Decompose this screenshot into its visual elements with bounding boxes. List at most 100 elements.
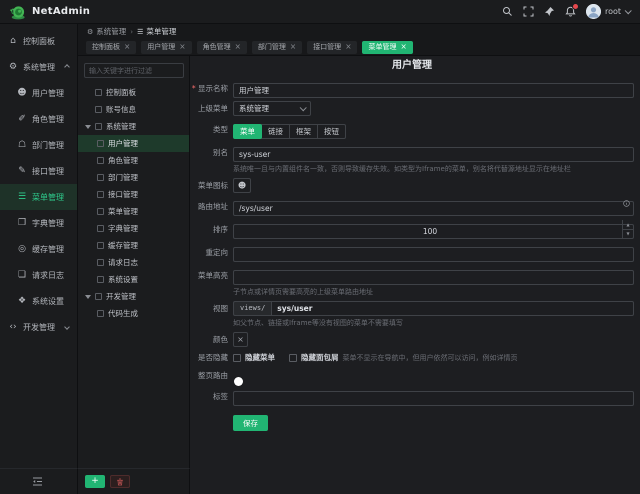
type-option-link[interactable]: 链接 <box>261 124 290 139</box>
menu-highlight-input[interactable] <box>233 270 634 285</box>
sidebar-item-user-mgmt[interactable]: ☻ 用户管理 <box>0 80 77 106</box>
type-option-menu[interactable]: 菜单 <box>233 124 262 139</box>
tree-item-label: 菜单管理 <box>108 206 138 217</box>
bell-icon[interactable] <box>565 6 576 17</box>
sidebar-item-cache-mgmt[interactable]: ◎ 缓存管理 <box>0 236 77 262</box>
menu-icon: ☰ <box>137 28 143 36</box>
tree-checkbox[interactable] <box>95 293 102 300</box>
tree-item-dashboard[interactable]: 控制面板 <box>78 84 189 101</box>
tree-checkbox[interactable] <box>97 157 104 164</box>
tree-checkbox[interactable] <box>95 123 102 130</box>
tree-checkbox[interactable] <box>97 310 104 317</box>
sidebar-item-api-mgmt[interactable]: ✎ 接口管理 <box>0 158 77 184</box>
tree-checkbox[interactable] <box>97 174 104 181</box>
hidden-help-text: 菜单不显示在导航中，但用户依然可以访问，例如详情页 <box>343 353 518 363</box>
sidebar-item-label: 开发管理 <box>23 322 55 333</box>
close-icon[interactable]: × <box>290 43 296 51</box>
tab-api-mgmt[interactable]: 接口管理 × <box>307 41 357 54</box>
hide-breadcrumb-checkbox[interactable] <box>289 354 297 362</box>
route-path-input[interactable] <box>233 201 634 216</box>
collapse-sidebar-icon[interactable] <box>32 476 43 487</box>
tab-menu-mgmt[interactable]: 菜单管理 × <box>362 41 412 54</box>
tab-dept-mgmt[interactable]: 部门管理 × <box>252 41 302 54</box>
pin-icon[interactable] <box>544 6 555 17</box>
tree-item-request-log[interactable]: 请求日志 <box>78 254 189 271</box>
tree-checkbox[interactable] <box>97 242 104 249</box>
close-icon[interactable]: × <box>345 43 351 51</box>
sidebar-item-dict-mgmt[interactable]: ❒ 字典管理 <box>0 210 77 236</box>
close-icon[interactable]: × <box>400 43 406 51</box>
tree-item-system-mgmt[interactable]: 系统管理 <box>78 118 189 135</box>
tag-input[interactable] <box>233 391 634 406</box>
redirect-input[interactable] <box>233 247 634 262</box>
tab-dashboard[interactable]: 控制面板 × <box>86 41 136 54</box>
tree-filter-input[interactable] <box>84 63 184 78</box>
tree-item-menu-mgmt[interactable]: 菜单管理 <box>78 203 189 220</box>
add-menu-button[interactable]: + <box>85 475 105 488</box>
close-icon[interactable]: × <box>124 43 130 51</box>
top-header: NetAdmin root <box>0 0 640 24</box>
sidebar-item-dashboard[interactable]: ⌂ 控制面板 <box>0 28 77 54</box>
tree-checkbox[interactable] <box>95 106 102 113</box>
sidebar-item-role-mgmt[interactable]: ✐ 角色管理 <box>0 106 77 132</box>
tree-item-api-mgmt[interactable]: 接口管理 <box>78 186 189 203</box>
tree-item-dict-mgmt[interactable]: 字典管理 <box>78 220 189 237</box>
step-down-icon[interactable]: ▼ <box>623 230 633 239</box>
tree-item-dept-mgmt[interactable]: 部门管理 <box>78 169 189 186</box>
sidebar-item-system-mgmt[interactable]: ⚙ 系统管理 <box>0 54 77 80</box>
field-label: 菜单高亮 <box>190 268 228 283</box>
user-menu[interactable]: root <box>586 4 630 19</box>
tab-role-mgmt[interactable]: 角色管理 × <box>197 41 247 54</box>
breadcrumb-item-system[interactable]: ⚙ 系统管理 <box>87 26 126 37</box>
tab-user-mgmt[interactable]: 用户管理 × <box>141 41 191 54</box>
fullscreen-icon[interactable] <box>523 6 534 17</box>
tree-checkbox[interactable] <box>97 140 104 147</box>
sidebar-item-dev-mgmt[interactable]: ‹› 开发管理 <box>0 314 77 340</box>
hide-menu-checkbox[interactable] <box>233 354 241 362</box>
parent-menu-select[interactable]: 系统管理 <box>233 101 311 116</box>
sort-number-input[interactable] <box>233 224 634 239</box>
color-picker-button[interactable]: × <box>233 332 248 347</box>
hide-menu-label[interactable]: 隐藏菜单 <box>245 352 275 363</box>
type-option-button[interactable]: 按钮 <box>317 124 346 139</box>
tree-checkbox[interactable] <box>97 276 104 283</box>
caret-down-icon[interactable] <box>85 295 91 299</box>
tree-checkbox[interactable] <box>97 225 104 232</box>
field-type: 类型 菜单 链接 框架 按钮 <box>190 119 634 139</box>
tree-item-system-settings[interactable]: 系统设置 <box>78 271 189 288</box>
save-button[interactable]: 保存 <box>233 415 268 431</box>
tree-item-account-info[interactable]: 账号信息 <box>78 101 189 118</box>
type-option-iframe[interactable]: 框架 <box>289 124 318 139</box>
tree-checkbox[interactable] <box>97 208 104 215</box>
tree-item-cache-mgmt[interactable]: 缓存管理 <box>78 237 189 254</box>
cache-icon: ◎ <box>17 244 27 254</box>
tree-item-code-gen[interactable]: 代码生成 <box>78 305 189 322</box>
caret-down-icon[interactable] <box>85 125 91 129</box>
field-route-path: 路由地址 <box>190 196 634 216</box>
sidebar-item-label: 菜单管理 <box>32 192 64 203</box>
tree-item-dev-mgmt[interactable]: 开发管理 <box>78 288 189 305</box>
alias-input[interactable] <box>233 147 634 162</box>
delete-menu-button[interactable] <box>110 475 130 488</box>
sidebar-item-dept-mgmt[interactable]: ☖ 部门管理 <box>0 132 77 158</box>
breadcrumb-item-menu[interactable]: ☰ 菜单管理 <box>137 26 176 37</box>
department-icon: ☖ <box>17 140 27 150</box>
info-icon[interactable] <box>623 200 630 207</box>
sidebar-item-request-log[interactable]: ❏ 请求日志 <box>0 262 77 288</box>
close-icon[interactable]: × <box>179 43 185 51</box>
view-path-input[interactable] <box>271 301 634 316</box>
tree-checkbox[interactable] <box>97 259 104 266</box>
search-icon[interactable] <box>502 6 513 17</box>
tree-item-role-mgmt[interactable]: 角色管理 <box>78 152 189 169</box>
tree-checkbox[interactable] <box>97 191 104 198</box>
icon-picker-button[interactable]: ☻ <box>233 178 251 193</box>
tree-item-user-mgmt[interactable]: 用户管理 <box>78 135 189 152</box>
sidebar-item-menu-mgmt[interactable]: ☰ 菜单管理 <box>0 184 77 210</box>
step-up-icon[interactable]: ▲ <box>623 220 633 230</box>
tree-checkbox[interactable] <box>95 89 102 96</box>
close-icon[interactable]: × <box>235 43 241 51</box>
sidebar-item-system-settings[interactable]: ❖ 系统设置 <box>0 288 77 314</box>
hide-breadcrumb-label[interactable]: 隐藏面包屑 <box>301 352 339 363</box>
sidebar-item-label: 用户管理 <box>32 88 64 99</box>
display-name-input[interactable] <box>233 83 634 98</box>
